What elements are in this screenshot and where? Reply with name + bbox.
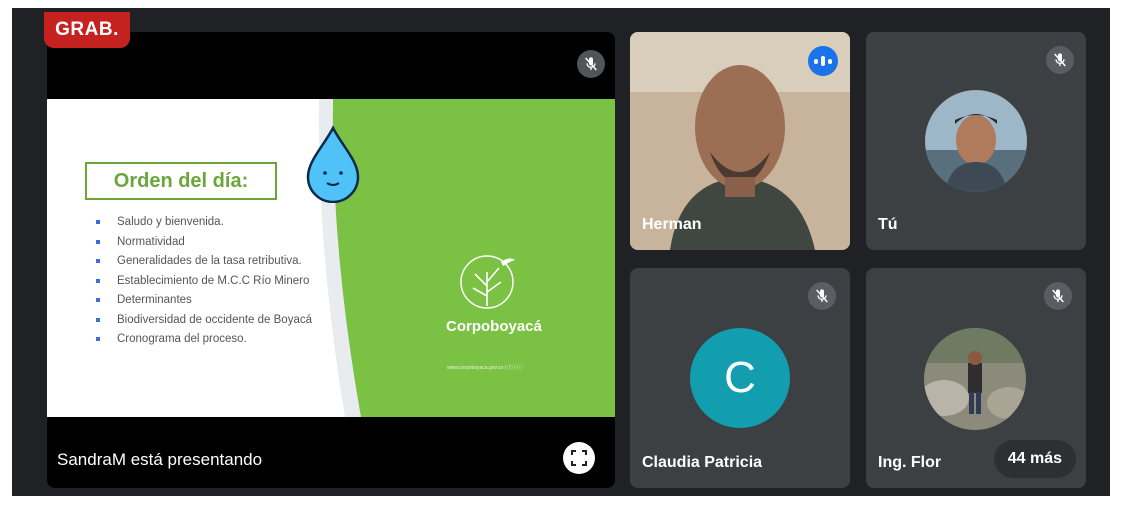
more-participants-button[interactable]: 44 más: [993, 440, 1076, 478]
fullscreen-button[interactable]: [563, 442, 595, 474]
participant-tile-you[interactable]: Tú: [866, 32, 1086, 250]
avatar: [925, 90, 1027, 192]
participant-name: Tú: [878, 216, 898, 233]
recording-badge: GRAB.: [44, 12, 130, 48]
shared-slide: Orden del día: Saludo y bienvenida. Norm…: [47, 99, 615, 417]
participant-name: Herman: [642, 216, 702, 233]
mic-off-icon[interactable]: [577, 50, 605, 78]
brand-name: Corpoboyacá: [446, 318, 542, 335]
agenda-item: Determinantes: [95, 291, 312, 311]
avatar: C: [690, 328, 790, 428]
speaking-indicator-icon: [808, 46, 838, 76]
avatar: [924, 328, 1026, 430]
participant-tile-herman[interactable]: Herman: [630, 32, 850, 250]
agenda-item: Establecimiento de M.C.C Río Minero: [95, 272, 312, 292]
mic-off-icon[interactable]: [1046, 46, 1074, 74]
agenda-item: Cronograma del proceso.: [95, 330, 312, 350]
participant-tile-claudia[interactable]: C Claudia Patricia: [630, 268, 850, 488]
agenda-item: Generalidades de la tasa retributiva.: [95, 252, 312, 272]
corpoboyaca-logo-icon: [460, 255, 515, 309]
presentation-tile[interactable]: Orden del día: Saludo y bienvenida. Norm…: [47, 32, 615, 488]
agenda-item: Saludo y bienvenida.: [95, 213, 312, 233]
agenda-item: Biodiversidad de occidente de Boyacá: [95, 311, 312, 331]
brand-url: www.corpoboyaca.gov.co | ⓕⓣⓘ: [447, 365, 523, 371]
agenda-title: Orden del día:: [85, 162, 277, 200]
water-drop-mascot: [306, 125, 360, 203]
participant-name: Claudia Patricia: [642, 454, 763, 471]
meeting-stage: GRAB. Orden del día: Saludo y bienvenida…: [12, 8, 1110, 496]
participant-tile-flor[interactable]: Ing. Flor 44 más: [866, 268, 1086, 488]
agenda-list: Saludo y bienvenida. Normatividad Genera…: [95, 213, 312, 350]
participant-name: Ing. Flor: [878, 454, 942, 471]
mic-off-icon[interactable]: [1044, 282, 1072, 310]
presenter-label: SandraM está presentando: [57, 450, 263, 469]
mic-off-icon[interactable]: [808, 282, 836, 310]
agenda-item: Normatividad: [95, 233, 312, 253]
fullscreen-icon: [571, 450, 587, 466]
